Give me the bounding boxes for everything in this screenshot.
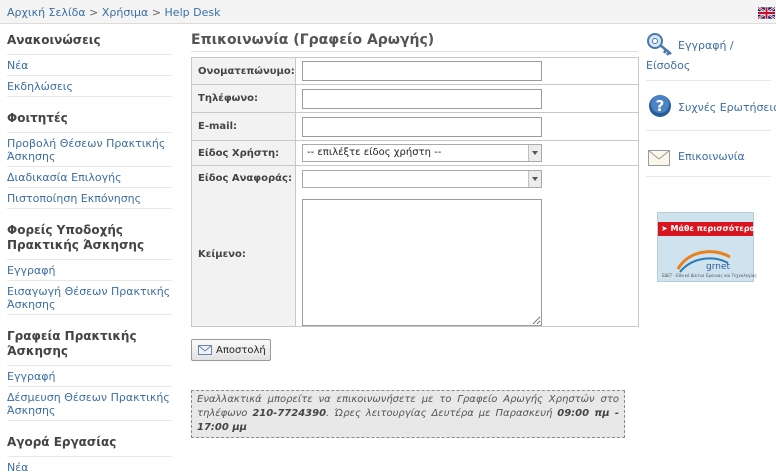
alternative-contact-note: Εναλλακτικά μπορείτε να επικοινωνήσετε μ…: [191, 390, 625, 438]
form-row-name: Ονοματεπώνυμο:: [192, 58, 638, 85]
banner-learn-more: ➤ Μάθε περισσότερα: [658, 222, 755, 236]
login-label-line1: Εγγραφή /: [678, 39, 734, 52]
report-field-column: [296, 166, 638, 326]
report-label-column: Είδος Αναφοράς: Κείμενο:: [192, 166, 296, 326]
user-type-label: Είδος Χρήστη:: [192, 141, 296, 165]
page-title: Επικοινωνία (Γραφείο Αρωγής): [191, 32, 638, 52]
contact-form: Ονοματεπώνυμο: Τηλέφωνο: E-mail: Είδος Χ…: [191, 57, 639, 327]
login-label-line2: Είσοδος: [646, 59, 691, 72]
breadcrumb-separator: >: [89, 6, 99, 19]
note-phone: 210-7724390: [252, 408, 327, 419]
sidebar-link-news[interactable]: Νέα: [7, 55, 172, 76]
sidebar-section-announcements: Ανακοινώσεις Νέα Εκδηλώσεις: [7, 33, 172, 97]
sidebar-heading: Αγορά Εργασίας: [7, 435, 172, 457]
divider: [646, 80, 771, 81]
sidebar-link-events[interactable]: Εκδηλώσεις: [7, 76, 172, 97]
faq-label: Συχνές Ερωτήσεις: [678, 101, 776, 114]
left-sidebar: Ανακοινώσεις Νέα Εκδηλώσεις Φοιτητές Προ…: [7, 33, 172, 476]
sidebar-section-offices: Γραφεία Πρακτικής Άσκησης Εγγραφή Δέσμευ…: [7, 329, 172, 421]
submit-label: Αποστολή: [216, 344, 266, 356]
email-input[interactable]: [302, 116, 542, 137]
grnet-banner[interactable]: ➤ Μάθε περισσότερα grnet ΕΔΕΤ · Εθνικό Δ…: [657, 212, 757, 282]
sidebar-link-view-positions[interactable]: Προβολή Θέσεων Πρακτικής Άσκησης: [7, 133, 172, 167]
banner-logo-text: grnet: [706, 262, 730, 272]
divider: [646, 130, 771, 131]
sidebar-link-certification[interactable]: Πιστοποίηση Εκπόνησης: [7, 188, 172, 209]
sidebar-section-hosts: Φορείς Υποδοχής Πρακτικής Άσκησης Εγγραφ…: [7, 223, 172, 315]
sidebar-link-reserve-positions[interactable]: Δέσμευση Θέσεων Πρακτικής Άσκησης: [7, 387, 172, 421]
breadcrumb-useful-link[interactable]: Χρήσιμα: [102, 6, 148, 19]
sidebar-heading: Φορείς Υποδοχής Πρακτικής Άσκησης: [7, 223, 172, 260]
envelope-icon: [198, 345, 212, 355]
divider: [646, 176, 771, 177]
sidebar-link-selection-process[interactable]: Διαδικασία Επιλογής: [7, 167, 172, 188]
sidebar-link-office-register[interactable]: Εγγραφή: [7, 366, 172, 387]
top-bar: Αρχική Σελίδα > Χρήσιμα > Help Desk: [0, 0, 776, 24]
banner-footer: ΕΔΕΤ · Εθνικό Δίκτυο Έρευνας και Τεχνολο…: [662, 273, 757, 278]
form-row-phone: Τηλέφωνο:: [192, 85, 638, 113]
email-label: E-mail:: [192, 113, 296, 140]
sidebar-link-job-news[interactable]: Νέα: [7, 457, 172, 476]
form-row-report: Είδος Αναφοράς: Κείμενο:: [192, 166, 638, 326]
sidebar-heading: Ανακοινώσεις: [7, 33, 172, 55]
text-label: Κείμενο:: [198, 249, 246, 260]
chevron-down-icon[interactable]: [528, 171, 541, 187]
user-type-selected-value: -- επιλέξτε είδος χρήστη --: [307, 147, 442, 158]
sidebar-heading: Φοιτητές: [7, 111, 172, 133]
sidebar-link-add-positions[interactable]: Εισαγωγή Θέσεων Πρακτικής Άσκησης: [7, 281, 172, 315]
message-textarea[interactable]: [302, 199, 542, 326]
contact-label: Επικοινωνία: [678, 150, 745, 163]
question-icon: ?: [649, 95, 671, 117]
breadcrumb-separator: >: [151, 6, 162, 19]
breadcrumb-current[interactable]: Help Desk: [165, 6, 221, 19]
report-type-select[interactable]: [302, 170, 542, 188]
sidebar-section-job-market: Αγορά Εργασίας Νέα: [7, 435, 172, 476]
name-label: Ονοματεπώνυμο:: [192, 58, 296, 84]
form-row-email: E-mail:: [192, 113, 638, 141]
phone-input[interactable]: [302, 88, 542, 109]
breadcrumb: Αρχική Σελίδα > Χρήσιμα > Help Desk: [7, 6, 220, 19]
form-row-user-type: Είδος Χρήστη: -- επιλέξτε είδος χρήστη -…: [192, 141, 638, 166]
key-icon: [647, 33, 672, 56]
svg-text:?: ?: [656, 97, 665, 115]
breadcrumb-home-link[interactable]: Αρχική Σελίδα: [7, 6, 86, 19]
submit-button[interactable]: Αποστολή: [191, 339, 271, 361]
sidebar-link-host-register[interactable]: Εγγραφή: [7, 260, 172, 281]
sidebar-heading: Γραφεία Πρακτικής Άσκησης: [7, 329, 172, 366]
envelope-icon: [648, 150, 670, 166]
name-input[interactable]: [302, 61, 542, 81]
note-text: . Ώρες λειτουργίας Δευτέρα με Παρασκευή: [326, 408, 558, 419]
uk-flag-icon[interactable]: [758, 7, 775, 19]
user-type-select[interactable]: -- επιλέξτε είδος χρήστη --: [302, 144, 542, 162]
report-type-label: Είδος Αναφοράς:: [198, 173, 292, 184]
chevron-down-icon[interactable]: [528, 145, 541, 161]
phone-label: Τηλέφωνο:: [192, 85, 296, 112]
sidebar-section-students: Φοιτητές Προβολή Θέσεων Πρακτικής Άσκηση…: [7, 111, 172, 209]
